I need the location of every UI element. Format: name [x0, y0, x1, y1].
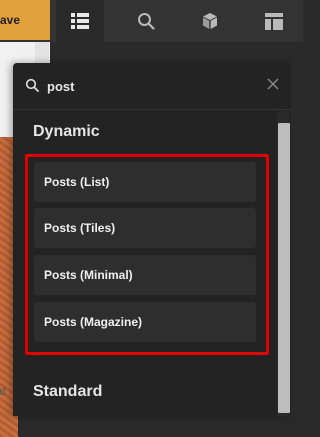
save-button-label: ave	[0, 13, 21, 27]
section-title-standard: Standard	[33, 383, 103, 400]
search-input[interactable]	[47, 75, 247, 97]
right-edge-bar	[291, 63, 303, 416]
top-toolbar: ave	[0, 0, 303, 42]
cube-icon	[203, 13, 217, 29]
close-icon[interactable]	[267, 78, 279, 90]
save-button[interactable]: ave	[0, 0, 50, 40]
search-icon	[25, 78, 39, 92]
search-icon	[138, 13, 155, 30]
panel-scrollbar-thumb[interactable]	[278, 123, 290, 413]
search-bar	[13, 63, 291, 110]
section-title-dynamic: Dynamic	[33, 123, 100, 140]
tab-components[interactable]	[186, 0, 234, 42]
tab-search[interactable]	[122, 0, 170, 42]
tab-layout[interactable]	[250, 0, 298, 42]
layout-icon	[265, 12, 283, 30]
canvas-partial-text: at	[0, 384, 7, 398]
highlight-annotation-box	[25, 154, 269, 355]
list-icon	[71, 13, 89, 29]
tab-elements-list[interactable]	[56, 0, 104, 42]
element-picker-panel: Dynamic Posts (List) Posts (Tiles) Posts…	[13, 63, 291, 416]
